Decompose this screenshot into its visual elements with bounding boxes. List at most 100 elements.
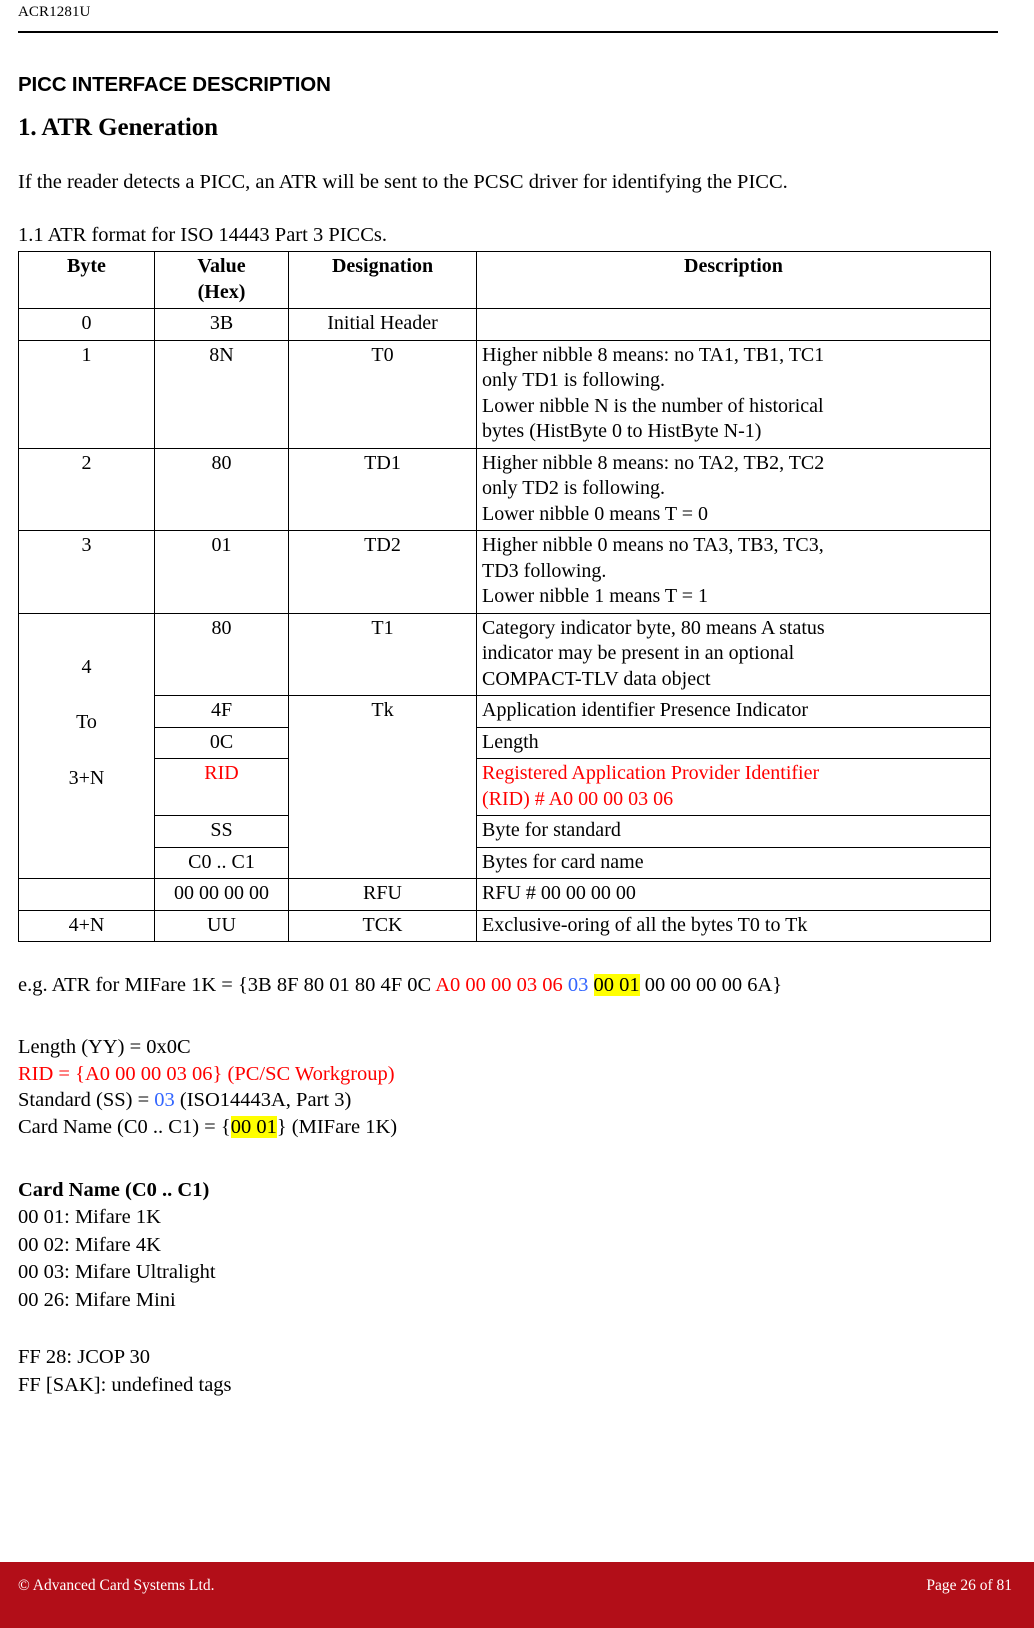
cell-value: 00 00 00 00 xyxy=(154,878,289,911)
cell-description: RFU # 00 00 00 00 xyxy=(476,878,991,911)
desc-line: only TD1 is following. xyxy=(482,369,665,391)
byte-range-line3: 3+N xyxy=(68,766,105,789)
definition-rid-suffix: } (PC/SC Workgroup) xyxy=(212,1062,395,1085)
definition-cardname-suffix: } (MIFare 1K) xyxy=(276,1115,398,1138)
column-header-description: Description xyxy=(476,251,991,309)
table-row: 0C Length xyxy=(19,726,991,759)
list-item: 00 01: Mifare 1K xyxy=(18,1206,161,1228)
list-item: 00 03: Mifare Ultralight xyxy=(18,1261,216,1283)
cell-value: 0C xyxy=(154,726,289,759)
page-header: ACR1281U xyxy=(18,0,998,33)
definition-standard-value: 03 xyxy=(154,1089,175,1111)
atr-field-definitions: Length (YY) = 0x0C RID = {A0 00 00 03 06… xyxy=(18,1034,1016,1140)
desc-line: indicator may be present in an optional xyxy=(482,642,795,664)
column-header-byte: Byte xyxy=(18,251,155,309)
table-row: C0 .. C1 Bytes for card name xyxy=(19,846,991,879)
cell-byte-range: 4 To 3+N xyxy=(18,612,155,879)
cell-value: C0 .. C1 xyxy=(154,846,289,879)
cell-description: Application identifier Presence Indicato… xyxy=(476,695,991,728)
table-header-row: Byte Value (Hex) Designation Description xyxy=(18,251,991,309)
definition-rid-value: A0 00 00 03 06 xyxy=(84,1062,213,1085)
column-header-value-line1: Value xyxy=(197,255,246,277)
cell-description-rid: Registered Application Provider Identifi… xyxy=(476,758,991,816)
desc-line: Higher nibble 8 means: no TA1, TB1, TC1 xyxy=(482,343,825,366)
running-head: ACR1281U xyxy=(18,4,91,20)
cell-description: Bytes for card name xyxy=(476,846,991,879)
desc-line: Higher nibble 8 means: no TA2, TB2, TC2 xyxy=(482,451,825,474)
page-title: PICC INTERFACE DESCRIPTION xyxy=(18,73,331,96)
table-row: RID Registered Application Provider Iden… xyxy=(19,758,991,816)
cell-designation: TD2 xyxy=(288,530,477,614)
cell-designation: TD1 xyxy=(288,447,477,531)
cell-value-rid: RID xyxy=(154,758,289,816)
definition-cardname: Card Name (C0 .. C1) = {00 01} (MIFare 1… xyxy=(18,1114,1016,1141)
atr-format-table: Byte Value (Hex) Designation Description… xyxy=(18,251,991,942)
desc-line: Higher nibble 0 means no TA3, TB3, TC3, xyxy=(482,534,824,556)
card-name-list: 00 01: Mifare 1K 00 02: Mifare 4K 00 03:… xyxy=(18,1204,1016,1314)
desc-line: (RID) # A0 00 00 03 06 xyxy=(482,787,674,810)
definition-cardname-value: 00 01 xyxy=(230,1115,277,1138)
cell-byte: 2 xyxy=(18,447,155,531)
desc-line: bytes (HistByte 0 to HistByte N-1) xyxy=(482,420,762,442)
atr-example-prefix: e.g. ATR for MIFare 1K = {3B 8F 80 01 80… xyxy=(18,974,436,996)
desc-line: Lower nibble 1 means T = 1 xyxy=(482,585,709,607)
byte-range-line1: 4 xyxy=(81,655,92,678)
table-row: SS Byte for standard xyxy=(19,815,991,848)
definition-rid: RID = {A0 00 00 03 06} (PC/SC Workgroup) xyxy=(18,1061,1016,1088)
table-row: 4 To 3+N 80 T1 Category indicator byte, … xyxy=(18,612,991,879)
column-header-value-line2: (Hex) xyxy=(197,280,246,303)
table-row: 0 3B Initial Header xyxy=(18,308,991,341)
table-row: 4F Tk Application identifier Presence In… xyxy=(19,695,991,879)
cell-description xyxy=(476,308,991,341)
cell-value: 01 xyxy=(154,530,289,614)
cell-value: 80 xyxy=(154,612,289,696)
table-row: 3 01 TD2 Higher nibble 0 means no TA3, T… xyxy=(18,530,991,614)
cell-value: UU xyxy=(154,909,289,942)
cell-description: Byte for standard xyxy=(476,815,991,848)
cell-byte: 1 xyxy=(18,339,155,449)
footer-copyright: © Advanced Card Systems Ltd. xyxy=(18,1577,215,1594)
page-footer: © Advanced Card Systems Ltd. Page 26 of … xyxy=(0,1562,1034,1628)
cell-value: 80 xyxy=(154,447,289,531)
atr-example-standard: 03 xyxy=(567,974,589,996)
desc-line: only TD2 is following. xyxy=(482,477,665,499)
cell-value: 8N xyxy=(154,339,289,449)
atr-example-rid: A0 00 00 03 06 xyxy=(435,974,563,996)
table-row: 4+N UU TCK Exclusive-oring of all the by… xyxy=(18,909,991,942)
cell-value: 4F xyxy=(154,695,289,728)
cell-designation: T1 xyxy=(288,612,477,696)
column-header-value: Value (Hex) xyxy=(154,251,289,309)
definition-standard: Standard (SS) = 03 (ISO14443A, Part 3) xyxy=(18,1087,1016,1114)
desc-line: TD3 following. xyxy=(482,559,607,582)
cell-value: 3B xyxy=(154,308,289,341)
list-item: 00 02: Mifare 4K xyxy=(18,1233,161,1256)
list-item: 00 26: Mifare Mini xyxy=(18,1288,176,1311)
list-item: FF [SAK]: undefined tags xyxy=(18,1373,232,1396)
atr-example-cardname: 00 01 xyxy=(593,974,640,996)
cell-value: SS xyxy=(154,815,289,848)
card-name-heading: Card Name (C0 .. C1) xyxy=(18,1179,210,1201)
cell-designation: T0 xyxy=(288,339,477,449)
cell-description: Exclusive-oring of all the bytes T0 to T… xyxy=(476,909,991,942)
atr-example-gap2 xyxy=(588,974,593,996)
table-row: 2 80 TD1 Higher nibble 8 means: no TA2, … xyxy=(18,447,991,531)
table-row: 00 00 00 00 RFU RFU # 00 00 00 00 xyxy=(18,878,991,911)
card-name-list-secondary: FF 28: JCOP 30 FF [SAK]: undefined tags xyxy=(18,1344,1016,1399)
cell-description: Length xyxy=(476,726,991,759)
cell-byte: 0 xyxy=(18,308,155,341)
list-item: FF 28: JCOP 30 xyxy=(18,1346,150,1368)
cell-description: Category indicator byte, 80 means A stat… xyxy=(476,612,991,696)
cell-description: Higher nibble 8 means: no TA2, TB2, TC2 … xyxy=(476,447,991,531)
table-row: 1 8N T0 Higher nibble 8 means: no TA1, T… xyxy=(18,339,991,449)
desc-line: Category indicator byte, 80 means A stat… xyxy=(482,616,825,639)
document-body: PICC INTERFACE DESCRIPTION 1. ATR Genera… xyxy=(18,56,1016,1399)
cell-byte xyxy=(18,878,155,911)
cell-designation: RFU xyxy=(288,878,477,911)
cell-description: Higher nibble 8 means: no TA1, TB1, TC1 … xyxy=(476,339,991,449)
definition-cardname-prefix: Card Name (C0 .. C1) = { xyxy=(18,1115,231,1138)
header-rule xyxy=(18,31,998,33)
cell-designation-tk: Tk xyxy=(288,695,477,879)
column-header-designation: Designation xyxy=(288,251,477,309)
cell-byte: 4+N xyxy=(18,909,155,942)
footer-page-number: Page 26 of 81 xyxy=(926,1577,1012,1594)
